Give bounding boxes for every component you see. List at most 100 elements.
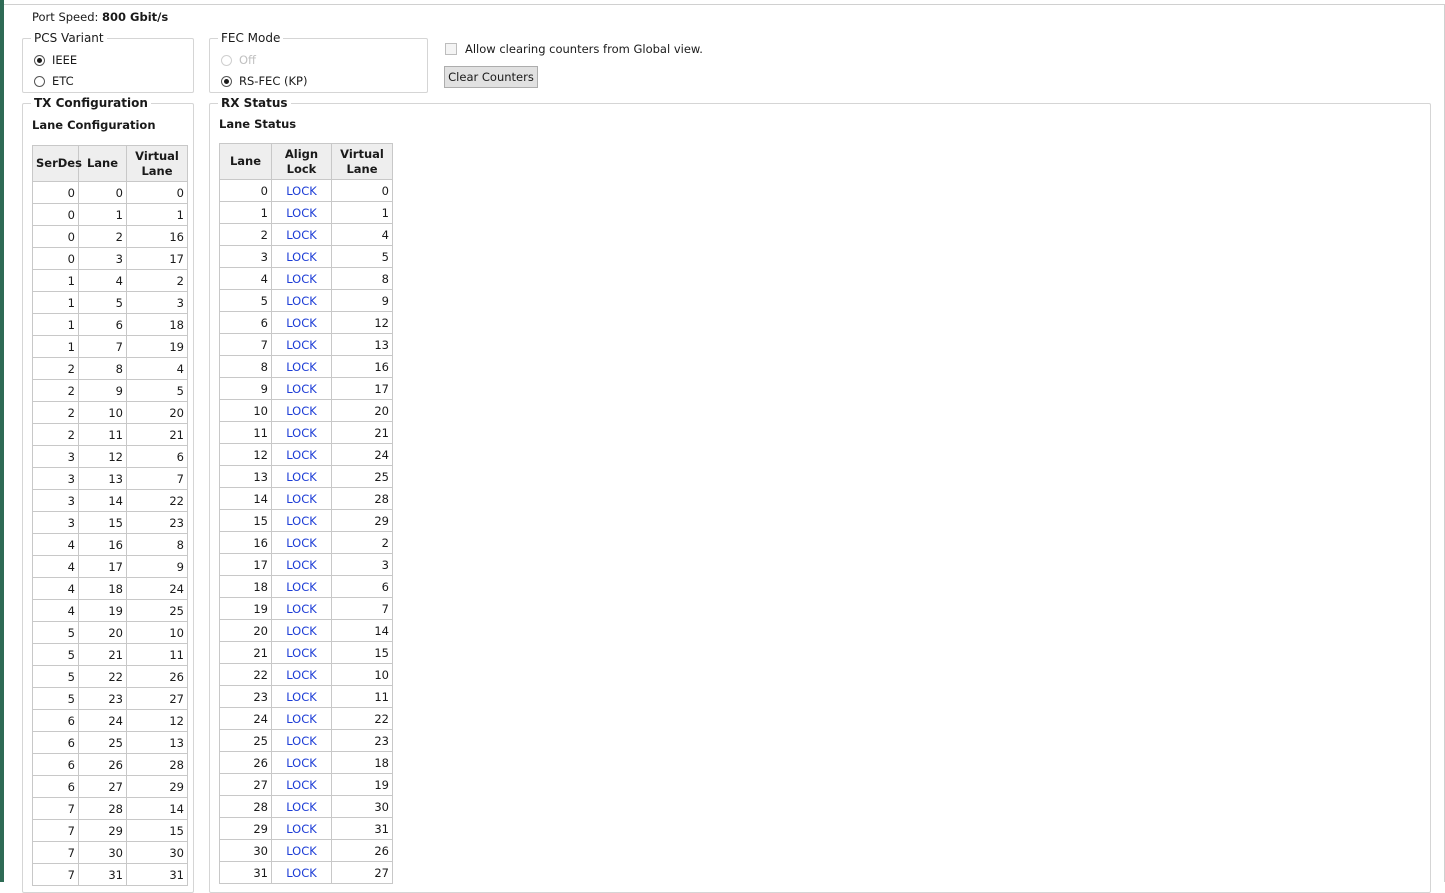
- fec-radio-off[interactable]: Off: [221, 53, 256, 67]
- table-row[interactable]: 7 30 30: [32, 841, 188, 864]
- table-row[interactable]: 28 LOCK 30: [219, 795, 393, 818]
- table-row[interactable]: 000: [32, 181, 188, 204]
- table-row[interactable]: 6 LOCK 12: [219, 311, 393, 334]
- table-row[interactable]: 0 3 17: [32, 247, 188, 270]
- table-row[interactable]: 1 LOCK 1: [219, 201, 393, 224]
- table-cell: 6: [78, 313, 127, 336]
- table-cell: LOCK: [271, 421, 332, 444]
- table-row[interactable]: 19 LOCK 7: [219, 597, 393, 620]
- radio-unchecked-icon[interactable]: [34, 75, 45, 87]
- table-row[interactable]: 6 26 28: [32, 753, 188, 776]
- table-row[interactable]: 4 16 8: [32, 533, 188, 556]
- table-row[interactable]: 7 29 15: [32, 819, 188, 842]
- table-cell: 18: [331, 751, 393, 774]
- table-row[interactable]: 6 25 13: [32, 731, 188, 754]
- table-row[interactable]: 29 LOCK 31: [219, 817, 393, 840]
- table-row[interactable]: 3 14 22: [32, 489, 188, 512]
- table-row[interactable]: 5 LOCK 9: [219, 289, 393, 312]
- radio-checked-icon[interactable]: [34, 54, 45, 66]
- table-row[interactable]: 7 LOCK 13: [219, 333, 393, 356]
- table-row[interactable]: 3 LOCK 5: [219, 245, 393, 268]
- table-row[interactable]: 1 7 19: [32, 335, 188, 358]
- table-row[interactable]: 6 24 12: [32, 709, 188, 732]
- table-cell: 6: [32, 775, 79, 798]
- allow-clearing-checkbox-row[interactable]: Allow clearing counters from Global view…: [445, 42, 703, 56]
- tx-header-virtual-lane[interactable]: Virtual Lane: [126, 145, 188, 182]
- tx-header-lane[interactable]: Lane: [78, 145, 127, 182]
- checkbox-unchecked-icon[interactable]: [445, 43, 457, 55]
- table-cell: 16: [126, 225, 188, 248]
- table-row[interactable]: 2 10 20: [32, 401, 188, 424]
- table-cell: 19: [219, 597, 272, 620]
- pcs-radio-ieee[interactable]: IEEE: [34, 53, 77, 67]
- table-cell: 13: [331, 333, 393, 356]
- table-cell: 0: [32, 225, 79, 248]
- table-row[interactable]: 11 LOCK 21: [219, 421, 393, 444]
- radio-checked-icon[interactable]: [221, 75, 232, 87]
- table-row[interactable]: 295: [32, 379, 188, 402]
- table-row[interactable]: 153: [32, 291, 188, 314]
- table-cell: LOCK: [271, 663, 332, 686]
- tx-header-serdes[interactable]: SerDes: [32, 145, 82, 182]
- table-row[interactable]: 24 LOCK 22: [219, 707, 393, 730]
- table-row[interactable]: 3 12 6: [32, 445, 188, 468]
- table-cell: 7: [32, 841, 79, 864]
- table-cell: LOCK: [271, 289, 332, 312]
- table-row[interactable]: 23 LOCK 11: [219, 685, 393, 708]
- table-row[interactable]: 2 LOCK 4: [219, 223, 393, 246]
- table-row[interactable]: 7 31 31: [32, 863, 188, 886]
- fec-radio-rs-fec-kp[interactable]: RS-FEC (KP): [221, 74, 307, 88]
- table-cell: 27: [219, 773, 272, 796]
- table-row[interactable]: 25 LOCK 23: [219, 729, 393, 752]
- table-row[interactable]: 16 LOCK 2: [219, 531, 393, 554]
- table-row[interactable]: 7 28 14: [32, 797, 188, 820]
- table-row[interactable]: 4 LOCK 8: [219, 267, 393, 290]
- table-row[interactable]: 5 22 26: [32, 665, 188, 688]
- table-row[interactable]: 4 19 25: [32, 599, 188, 622]
- table-row[interactable]: 21 LOCK 15: [219, 641, 393, 664]
- table-row[interactable]: 20 LOCK 14: [219, 619, 393, 642]
- radio-disabled-icon[interactable]: [221, 54, 232, 66]
- table-row[interactable]: 31 LOCK 27: [219, 861, 393, 884]
- table-row[interactable]: 26 LOCK 18: [219, 751, 393, 774]
- table-row[interactable]: 0 LOCK 0: [219, 179, 393, 202]
- table-row[interactable]: 284: [32, 357, 188, 380]
- table-row[interactable]: 1 6 18: [32, 313, 188, 336]
- table-row[interactable]: 6 27 29: [32, 775, 188, 798]
- table-cell: 3: [32, 445, 79, 468]
- table-row[interactable]: 8 LOCK 16: [219, 355, 393, 378]
- table-cell: LOCK: [271, 509, 332, 532]
- table-row[interactable]: 10 LOCK 20: [219, 399, 393, 422]
- table-row[interactable]: 4 18 24: [32, 577, 188, 600]
- table-cell: 29: [78, 819, 127, 842]
- table-row[interactable]: 0 2 16: [32, 225, 188, 248]
- table-row[interactable]: 011: [32, 203, 188, 226]
- table-row[interactable]: 5 21 11: [32, 643, 188, 666]
- table-cell: 27: [331, 861, 393, 884]
- clear-counters-button[interactable]: Clear Counters: [444, 66, 538, 88]
- table-row[interactable]: 2 11 21: [32, 423, 188, 446]
- table-row[interactable]: 3 13 7: [32, 467, 188, 490]
- table-cell: 20: [78, 621, 127, 644]
- table-row[interactable]: 13 LOCK 25: [219, 465, 393, 488]
- table-row[interactable]: 30 LOCK 26: [219, 839, 393, 862]
- table-row[interactable]: 4 17 9: [32, 555, 188, 578]
- table-row[interactable]: 14 LOCK 28: [219, 487, 393, 510]
- table-row[interactable]: 5 23 27: [32, 687, 188, 710]
- table-cell: 31: [219, 861, 272, 884]
- table-row[interactable]: 12 LOCK 24: [219, 443, 393, 466]
- table-row[interactable]: 17 LOCK 3: [219, 553, 393, 576]
- table-row[interactable]: 27 LOCK 19: [219, 773, 393, 796]
- table-row[interactable]: 18 LOCK 6: [219, 575, 393, 598]
- rx-header-virtual-lane[interactable]: Virtual Lane: [331, 143, 393, 180]
- table-row[interactable]: 9 LOCK 17: [219, 377, 393, 400]
- pcs-radio-etc[interactable]: ETC: [34, 74, 74, 88]
- table-row[interactable]: 3 15 23: [32, 511, 188, 534]
- table-row[interactable]: 5 20 10: [32, 621, 188, 644]
- rx-header-align-lock[interactable]: Align Lock: [271, 143, 332, 180]
- table-cell: 8: [331, 267, 393, 290]
- table-row[interactable]: 22 LOCK 10: [219, 663, 393, 686]
- rx-header-lane[interactable]: Lane: [219, 143, 272, 180]
- table-row[interactable]: 15 LOCK 29: [219, 509, 393, 532]
- table-row[interactable]: 142: [32, 269, 188, 292]
